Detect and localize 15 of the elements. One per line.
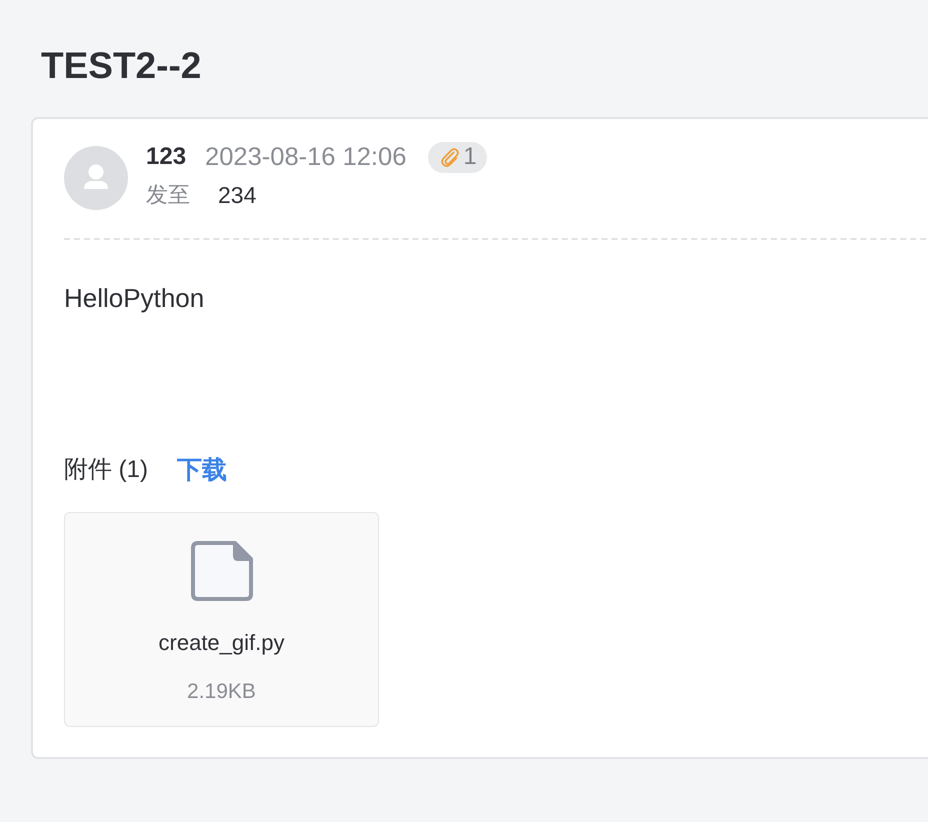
recipient-label: 发至 [146,181,190,209]
recipient-name: 234 [218,182,256,208]
attachments-label: 附件 (1) [64,455,148,485]
attachment-count: 1 [463,143,477,171]
sender-name: 123 [146,143,186,171]
page-title: TEST2--2 [41,44,202,88]
paperclip-icon [440,146,460,168]
file-card[interactable]: create_gif.py 2.19KB [64,512,379,727]
sent-time: 2023-08-16 12:06 [205,142,406,172]
download-link[interactable]: 下载 [177,452,227,486]
file-icon [190,541,252,601]
file-name: create_gif.py [158,629,284,657]
message-body: HelloPython [64,282,204,315]
file-size: 2.19KB [187,679,256,705]
avatar-icon [64,146,128,210]
